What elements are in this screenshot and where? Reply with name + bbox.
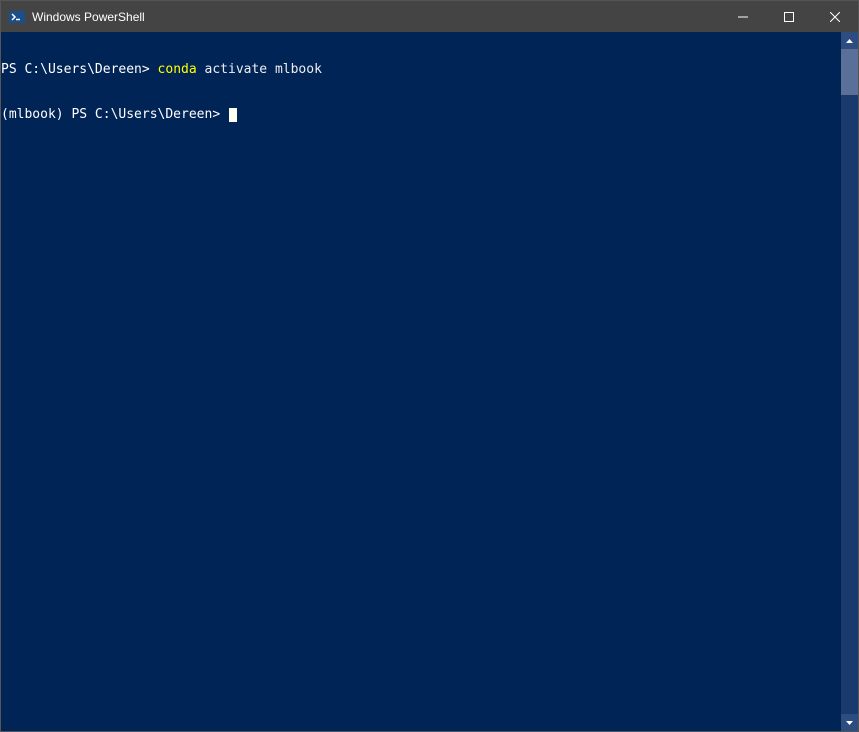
scroll-up-button[interactable]	[841, 32, 858, 49]
scroll-down-button[interactable]	[841, 714, 858, 731]
window-title: Windows PowerShell	[32, 10, 720, 24]
scrollbar-thumb[interactable]	[841, 49, 858, 95]
powershell-window: Windows PowerShell PS C:\Users\Dereen> c…	[0, 0, 859, 732]
scrollbar-track[interactable]	[841, 49, 858, 714]
close-button[interactable]	[812, 1, 858, 32]
prompt-line-2: (mlbook) PS C:\Users\Dereen>	[1, 107, 220, 122]
maximize-button[interactable]	[766, 1, 812, 32]
prompt-line-1: PS C:\Users\Dereen>	[1, 62, 150, 77]
command-rest-1: activate mlbook	[197, 62, 322, 77]
command-highlighted-1: conda	[158, 62, 197, 77]
titlebar[interactable]: Windows PowerShell	[1, 1, 858, 32]
content-area: PS C:\Users\Dereen> conda activate mlboo…	[1, 32, 858, 731]
minimize-button[interactable]	[720, 1, 766, 32]
terminal-output[interactable]: PS C:\Users\Dereen> conda activate mlboo…	[1, 32, 841, 731]
terminal-cursor	[229, 108, 237, 122]
vertical-scrollbar[interactable]	[841, 32, 858, 731]
window-controls	[720, 1, 858, 32]
powershell-icon	[9, 9, 25, 25]
